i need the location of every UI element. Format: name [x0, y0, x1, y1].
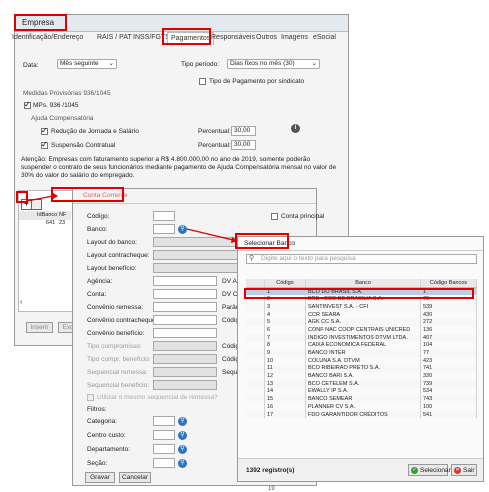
arrow-head-banco [231, 237, 238, 243]
arrow-head-add [53, 193, 58, 199]
annotation-arrows [26, 193, 238, 243]
arrow-line-add [26, 195, 54, 202]
arrow-line-banco [186, 228, 234, 241]
page-number: 19 [268, 486, 275, 492]
